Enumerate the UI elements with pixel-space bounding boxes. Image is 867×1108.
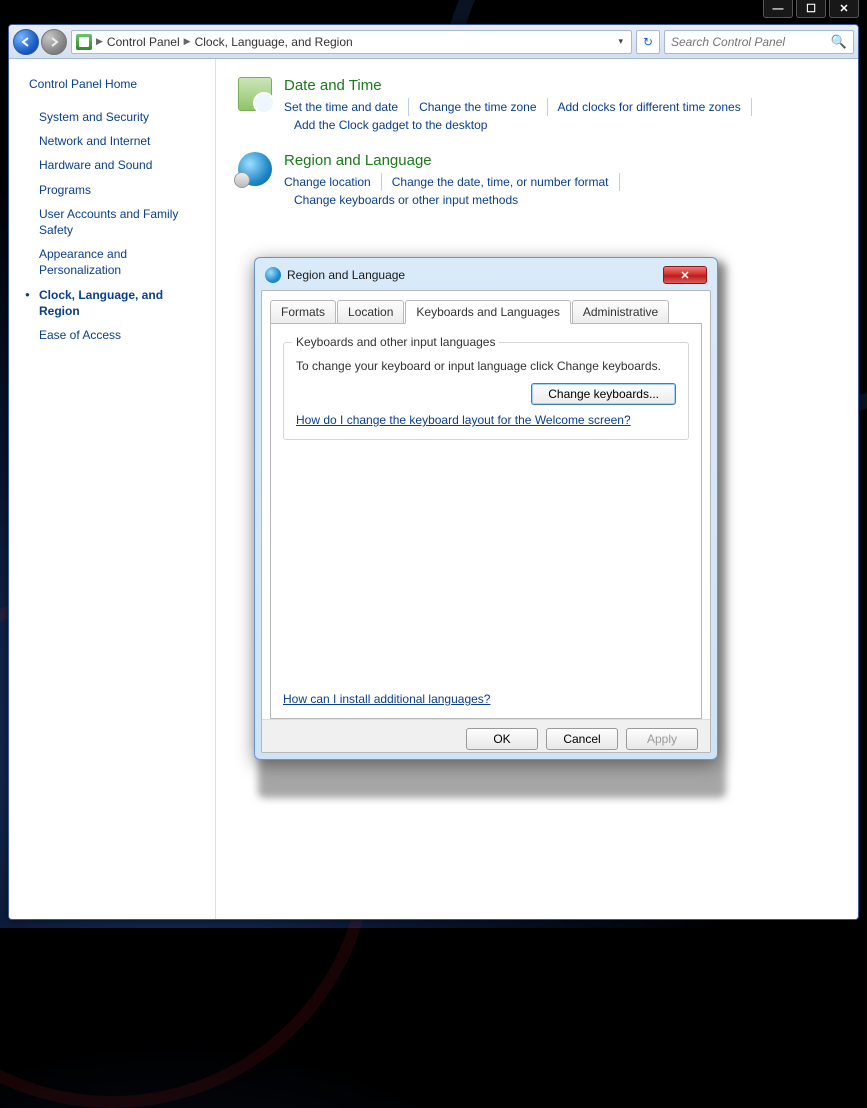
tab-location[interactable]: Location — [337, 300, 404, 323]
region-language-dialog: Region and Language ✕ Formats Location K… — [254, 257, 718, 760]
task-change-location[interactable]: Change location — [284, 173, 382, 191]
dialog-tabs: Formats Location Keyboards and Languages… — [270, 300, 702, 324]
sidebar-item-accounts[interactable]: User Accounts and Family Safety — [29, 202, 205, 242]
task-add-clocks[interactable]: Add clocks for different time zones — [548, 98, 752, 116]
control-panel-icon — [76, 34, 92, 50]
category-date-time: Date and Time Set the time and date Chan… — [238, 77, 836, 134]
maximize-button[interactable]: ☐ — [796, 0, 826, 18]
minimize-button[interactable]: — — [763, 0, 793, 18]
breadcrumb-root[interactable]: Control Panel — [107, 35, 180, 49]
welcome-screen-help-link[interactable]: How do I change the keyboard layout for … — [296, 413, 631, 427]
category-title-region[interactable]: Region and Language — [284, 152, 836, 169]
dialog-footer: OK Cancel Apply — [262, 719, 710, 752]
region-language-icon — [238, 152, 272, 186]
body: Control Panel Home System and Security N… — [9, 59, 858, 919]
refresh-button[interactable]: ↻ — [636, 30, 660, 54]
cancel-button[interactable]: Cancel — [546, 728, 618, 750]
category-title-date-time[interactable]: Date and Time — [284, 77, 836, 94]
search-input[interactable] — [671, 35, 831, 49]
tab-panel-keyboards: Keyboards and other input languages To c… — [270, 323, 702, 719]
chevron-right-icon: ▶ — [184, 36, 191, 47]
nav-buttons — [13, 29, 67, 55]
content-area: Date and Time Set the time and date Chan… — [216, 59, 858, 919]
tasks-region: Change location Change the date, time, o… — [284, 173, 836, 209]
chevron-right-icon: ▶ — [96, 36, 103, 47]
breadcrumb[interactable]: ▶ Control Panel ▶ Clock, Language, and R… — [71, 30, 632, 54]
group-text: To change your keyboard or input languag… — [296, 359, 676, 373]
tab-administrative[interactable]: Administrative — [572, 300, 669, 323]
forward-button[interactable] — [41, 29, 67, 55]
arrow-right-icon — [48, 36, 60, 48]
dialog-body: Formats Location Keyboards and Languages… — [261, 290, 711, 753]
control-panel-home-link[interactable]: Control Panel Home — [29, 77, 205, 91]
search-box[interactable]: 🔍 — [664, 30, 854, 54]
date-time-icon — [238, 77, 272, 111]
tasks-date-time: Set the time and date Change the time zo… — [284, 98, 836, 134]
control-panel-window: ▶ Control Panel ▶ Clock, Language, and R… — [8, 24, 859, 920]
dialog-close-button[interactable]: ✕ — [663, 266, 707, 284]
task-change-format[interactable]: Change the date, time, or number format — [382, 173, 620, 191]
globe-icon — [265, 267, 281, 283]
sidebar-list: System and Security Network and Internet… — [29, 105, 205, 347]
task-change-keyboards[interactable]: Change keyboards or other input methods — [284, 191, 528, 209]
change-keyboards-button[interactable]: Change keyboards... — [531, 383, 676, 405]
close-icon: ✕ — [680, 269, 689, 282]
sidebar-item-system[interactable]: System and Security — [29, 105, 205, 129]
sidebar-item-appearance[interactable]: Appearance and Personalization — [29, 242, 205, 282]
install-languages-link[interactable]: How can I install additional languages? — [283, 692, 490, 706]
tab-formats[interactable]: Formats — [270, 300, 336, 323]
sidebar-item-clock[interactable]: Clock, Language, and Region — [29, 283, 205, 323]
search-icon: 🔍 — [831, 34, 847, 50]
task-set-time[interactable]: Set the time and date — [284, 98, 409, 116]
group-legend: Keyboards and other input languages — [292, 335, 499, 349]
sidebar-item-network[interactable]: Network and Internet — [29, 129, 205, 153]
refresh-icon: ↻ — [643, 35, 653, 49]
back-button[interactable] — [13, 29, 39, 55]
breadcrumb-dropdown[interactable]: ▾ — [614, 36, 627, 47]
dialog-titlebar[interactable]: Region and Language ✕ — [261, 264, 711, 290]
sidebar-item-hardware[interactable]: Hardware and Sound — [29, 153, 205, 177]
sidebar-item-programs[interactable]: Programs — [29, 178, 205, 202]
apply-button[interactable]: Apply — [626, 728, 698, 750]
window-controls: — ☐ ✕ — [760, 0, 859, 18]
sidebar-item-ease[interactable]: Ease of Access — [29, 323, 205, 347]
category-region-language: Region and Language Change location Chan… — [238, 152, 836, 209]
keyboards-group: Keyboards and other input languages To c… — [283, 342, 689, 440]
tab-keyboards[interactable]: Keyboards and Languages — [405, 300, 570, 324]
navigation-bar: ▶ Control Panel ▶ Clock, Language, and R… — [9, 25, 858, 59]
ok-button[interactable]: OK — [466, 728, 538, 750]
task-change-timezone[interactable]: Change the time zone — [409, 98, 547, 116]
dialog-title: Region and Language — [287, 268, 405, 282]
sidebar: Control Panel Home System and Security N… — [9, 59, 216, 919]
arrow-left-icon — [20, 36, 32, 48]
task-add-gadget[interactable]: Add the Clock gadget to the desktop — [284, 116, 497, 134]
breadcrumb-current[interactable]: Clock, Language, and Region — [195, 35, 353, 49]
close-window-button[interactable]: ✕ — [829, 0, 859, 18]
